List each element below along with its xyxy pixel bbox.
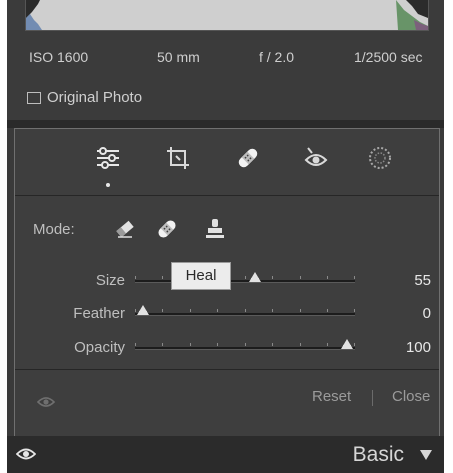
- exif-aperture: f / 2.0: [259, 49, 295, 65]
- eraser-icon[interactable]: [113, 217, 137, 241]
- histogram-panel: ISO 1600 50 mm f / 2.0 1/2500 sec Origin…: [7, 0, 444, 121]
- size-slider-track[interactable]: [135, 272, 355, 283]
- collapse-triangle-icon[interactable]: [420, 450, 432, 460]
- close-button[interactable]: Close: [392, 388, 430, 405]
- active-tool-indicator: [106, 183, 110, 187]
- heal-bandage-icon[interactable]: [155, 217, 179, 241]
- opacity-slider-thumb[interactable]: [341, 339, 353, 349]
- opacity-value[interactable]: 100: [391, 339, 431, 356]
- exif-shutter: 1/2500 sec: [354, 49, 423, 65]
- histogram-graph: [26, 0, 428, 30]
- feather-slider-thumb[interactable]: [137, 305, 149, 315]
- original-photo-label: Original Photo: [47, 89, 143, 106]
- histogram[interactable]: [25, 0, 429, 31]
- exif-iso: ISO 1600: [29, 49, 89, 65]
- mode-row: Mode:: [15, 217, 439, 243]
- feather-label: Feather: [73, 305, 125, 322]
- develop-panel: ISO 1600 50 mm f / 2.0 1/2500 sec Origin…: [7, 0, 444, 473]
- panel-title[interactable]: Basic: [353, 443, 404, 467]
- footer-separator: [372, 390, 373, 406]
- exif-focal-length: 50 mm: [157, 49, 200, 65]
- size-slider-thumb[interactable]: [249, 272, 261, 282]
- opacity-slider-track[interactable]: [135, 339, 355, 350]
- opacity-slider-row: Opacity 100: [15, 336, 439, 360]
- size-label: Size: [95, 272, 125, 289]
- mode-label: Mode:: [33, 221, 75, 238]
- feather-slider-track[interactable]: [135, 305, 355, 316]
- heal-tooltip: Heal: [171, 262, 231, 290]
- original-photo-checkbox[interactable]: [27, 91, 41, 104]
- red-eye-icon[interactable]: [301, 143, 331, 173]
- panel-divider: [7, 120, 444, 128]
- panel-visibility-eye-icon[interactable]: [15, 447, 37, 466]
- clone-stamp-icon[interactable]: [203, 217, 227, 241]
- size-value[interactable]: 55: [391, 272, 431, 289]
- opacity-label: Opacity: [74, 339, 125, 356]
- basic-panel-header[interactable]: Basic: [7, 436, 444, 473]
- crop-icon[interactable]: [163, 143, 193, 173]
- healing-bandage-icon[interactable]: [233, 143, 263, 173]
- reset-button[interactable]: Reset: [312, 388, 351, 405]
- edit-sliders-icon[interactable]: [93, 143, 123, 173]
- original-photo-toggle[interactable]: Original Photo: [27, 89, 142, 106]
- radial-mask-icon[interactable]: [365, 143, 395, 173]
- show-overlay-eye-icon[interactable]: [36, 395, 56, 413]
- feather-value[interactable]: 0: [391, 305, 431, 322]
- tool-footer: Reset Close: [15, 369, 439, 430]
- tools-panel: Mode: Size 55 Feather 0 Opacity 100 Heal…: [14, 128, 440, 453]
- feather-slider-row: Feather 0: [15, 302, 439, 326]
- tool-strip: [15, 129, 439, 196]
